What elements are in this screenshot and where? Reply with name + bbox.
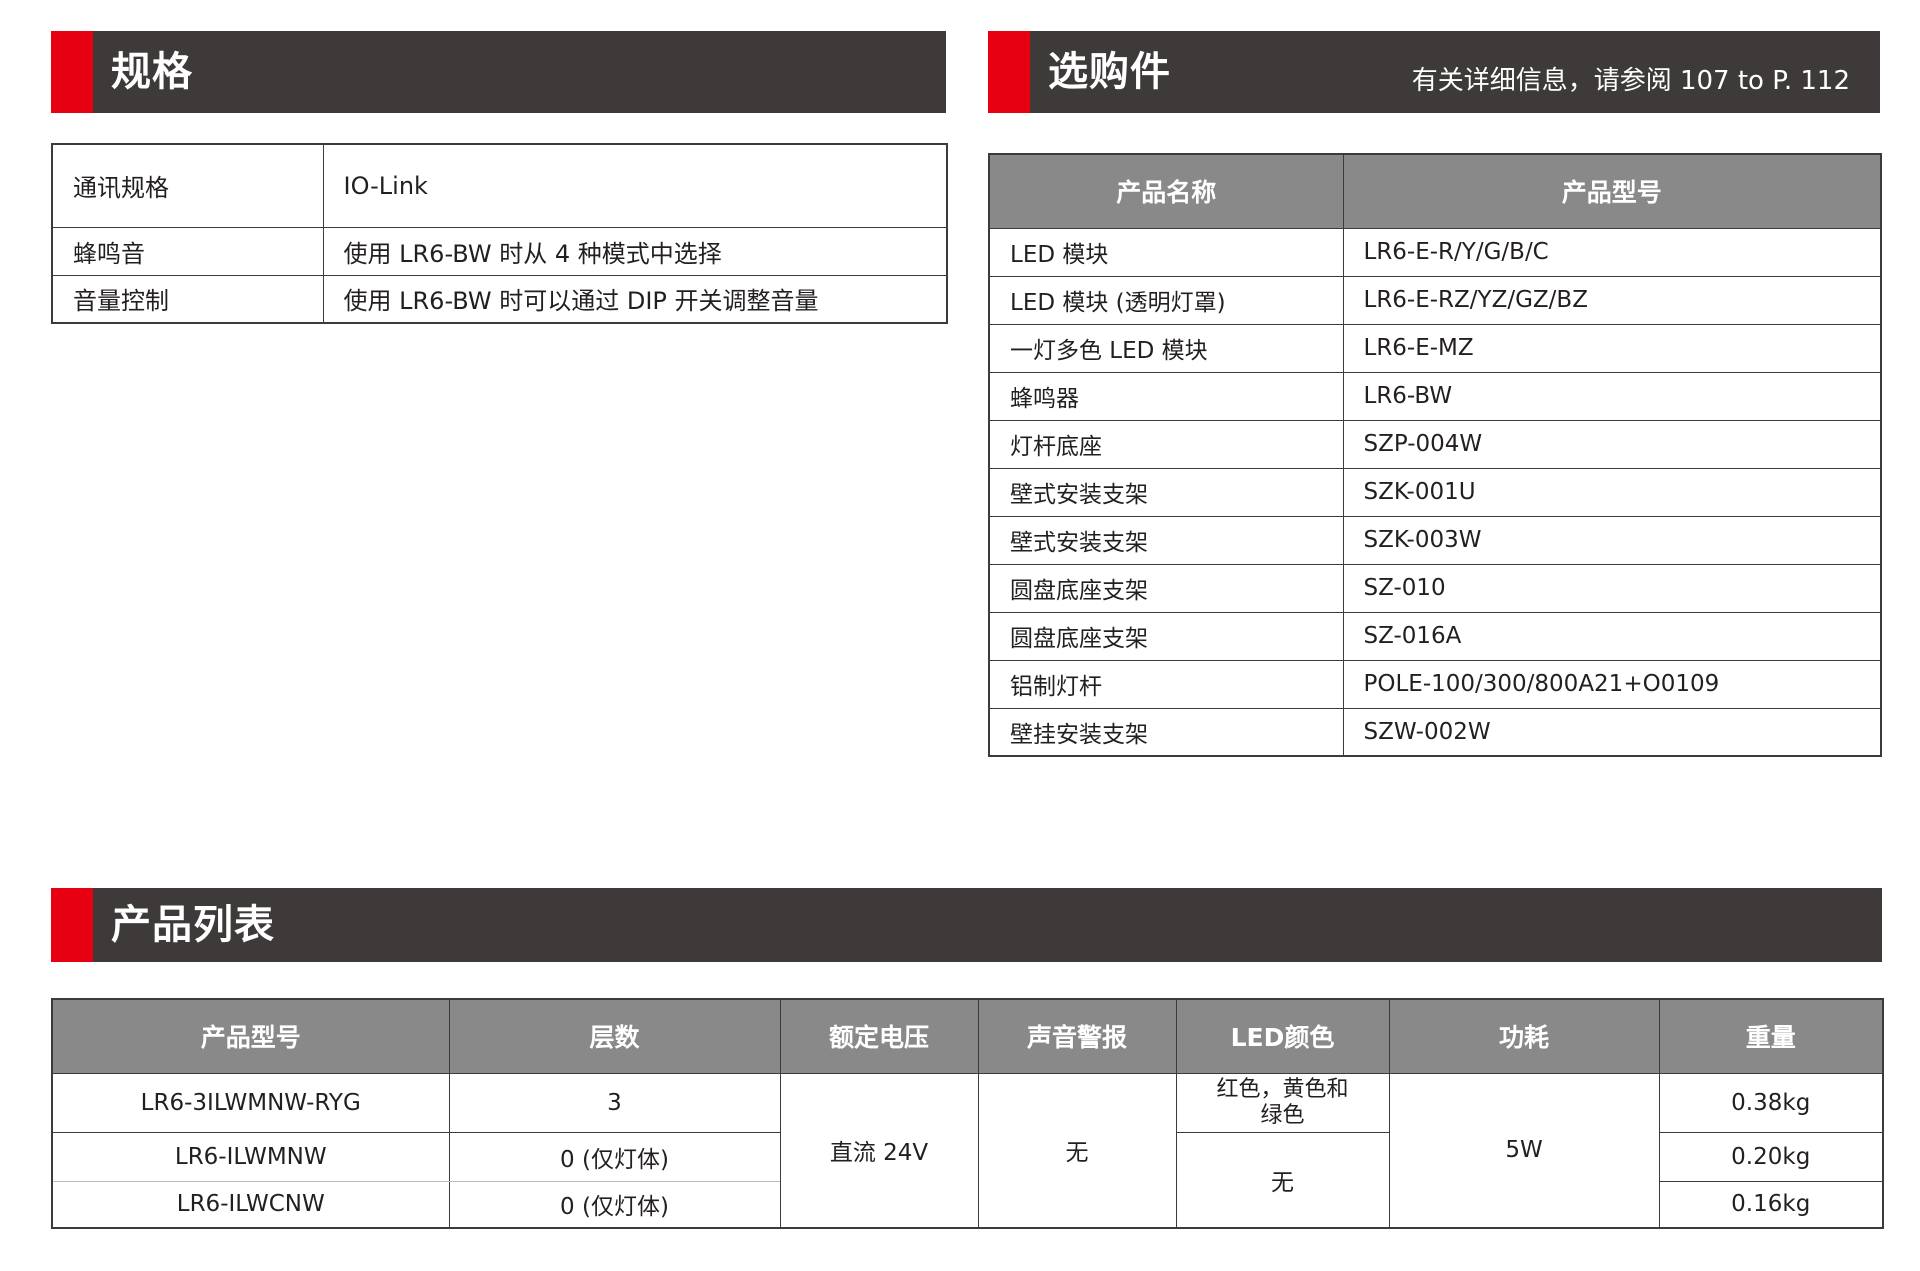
option-model: SZ-016A	[1343, 611, 1881, 661]
product-tiers: 3	[448, 1072, 781, 1133]
table-row: 铝制灯杆 POLE-100/300/800A21+O0109	[989, 659, 1881, 709]
table-row: 音量控制 使用 LR6-BW 时可以通过 DIP 开关调整音量	[51, 274, 948, 324]
table-row: 圆盘底座支架 SZ-010	[989, 563, 1881, 613]
option-name: LED 模块	[989, 227, 1344, 277]
column-header: 产品型号	[51, 998, 450, 1074]
product-led-color: 红色，黄色和 绿色	[1175, 1072, 1390, 1133]
table-row: 蜂鸣器 LR6-BW	[989, 371, 1881, 421]
options-table: 产品名称 产品型号 LED 模块 LR6-E-R/Y/G/B/C LED 模块 (透…	[988, 153, 1882, 757]
option-name: 壁式安装支架	[989, 467, 1344, 517]
products-section-header: 产品列表	[51, 888, 1882, 962]
option-model: SZK-001U	[1343, 467, 1881, 517]
header-accent-bar	[51, 31, 93, 113]
product-voltage: 直流 24V	[779, 1072, 979, 1229]
options-section-title: 选购件	[1048, 49, 1171, 95]
spec-label: 通讯规格	[51, 143, 324, 228]
header-accent-bar	[51, 888, 93, 962]
option-model: LR6-E-MZ	[1343, 323, 1881, 373]
table-header-row: 产品名称 产品型号	[988, 153, 1882, 229]
option-name: 圆盘底座支架	[989, 563, 1344, 613]
product-weight: 0.38kg	[1658, 1072, 1884, 1133]
table-row: 圆盘底座支架 SZ-016A	[989, 611, 1881, 661]
product-model: LR6-3ILWMNW-RYG	[51, 1072, 450, 1133]
spec-value: 使用 LR6-BW 时可以通过 DIP 开关调整音量	[322, 274, 948, 324]
option-model: LR6-BW	[1343, 371, 1881, 421]
options-section-header: 选购件 有关详细信息，请参阅 107 to P. 112	[988, 31, 1880, 113]
option-model: SZ-010	[1343, 563, 1881, 613]
product-model: LR6-ILWCNW	[51, 1180, 450, 1229]
product-led-color: 无	[1175, 1131, 1390, 1229]
spec-label: 音量控制	[51, 274, 324, 324]
table-row: 一灯多色 LED 模块 LR6-E-MZ	[989, 323, 1881, 373]
option-model: POLE-100/300/800A21+O0109	[1343, 659, 1881, 709]
option-name: 壁式安装支架	[989, 515, 1344, 565]
spec-section-header: 规格	[51, 31, 946, 113]
product-model: LR6-ILWMNW	[51, 1131, 450, 1182]
option-name: 一灯多色 LED 模块	[989, 323, 1344, 373]
option-model: SZP-004W	[1343, 419, 1881, 469]
spec-table: 通讯规格 IO-Link 蜂鸣音 使用 LR6-BW 时从 4 种模式中选择 音…	[51, 143, 948, 324]
column-header: 声音警报	[977, 998, 1177, 1074]
products-section-title: 产品列表	[111, 902, 275, 948]
product-power: 5W	[1388, 1072, 1660, 1229]
spec-label: 蜂鸣音	[51, 226, 324, 276]
product-weight: 0.16kg	[1658, 1180, 1884, 1229]
table-row: LR6-3ILWMNW-RYG 3 直流 24V 无 红色，黄色和 绿色 5W …	[51, 1072, 1884, 1229]
header-accent-bar	[988, 31, 1030, 113]
product-tiers: 0 (仅灯体)	[448, 1131, 781, 1182]
option-name: 圆盘底座支架	[989, 611, 1344, 661]
table-row: 壁式安装支架 SZK-003W	[989, 515, 1881, 565]
product-weight: 0.20kg	[1658, 1131, 1884, 1182]
spec-value: IO-Link	[322, 143, 948, 228]
table-row: LED 模块 LR6-E-R/Y/G/B/C	[989, 227, 1881, 277]
option-model: SZK-003W	[1343, 515, 1881, 565]
option-name: 铝制灯杆	[989, 659, 1344, 709]
option-name: 壁挂安装支架	[989, 707, 1344, 757]
table-row: LED 模块 (透明灯罩) LR6-E-RZ/YZ/GZ/BZ	[989, 275, 1881, 325]
table-header-row: 产品型号 层数 额定电压 声音警报 LED颜色 功耗 重量	[51, 998, 1884, 1074]
options-reference-note: 有关详细信息，请参阅 107 to P. 112	[1411, 66, 1850, 96]
option-model: LR6-E-R/Y/G/B/C	[1343, 227, 1881, 277]
product-alarm: 无	[977, 1072, 1177, 1229]
column-header: 重量	[1658, 998, 1884, 1074]
column-header: LED颜色	[1175, 998, 1390, 1074]
column-header: 功耗	[1388, 998, 1660, 1074]
table-row: 灯杆底座 SZP-004W	[989, 419, 1881, 469]
table-row: 壁式安装支架 SZK-001U	[989, 467, 1881, 517]
column-header: 额定电压	[779, 998, 979, 1074]
column-header: 层数	[448, 998, 781, 1074]
table-row: 壁挂安装支架 SZW-002W	[989, 707, 1881, 757]
spec-section-title: 规格	[111, 49, 193, 95]
spec-value: 使用 LR6-BW 时从 4 种模式中选择	[322, 226, 948, 276]
table-row: 通讯规格 IO-Link	[51, 143, 948, 228]
option-name: 灯杆底座	[989, 419, 1344, 469]
option-model: LR6-E-RZ/YZ/GZ/BZ	[1343, 275, 1881, 325]
products-table: 产品型号 层数 额定电压 声音警报 LED颜色 功耗 重量 LR6-3ILWMN…	[51, 998, 1884, 1229]
option-name: LED 模块 (透明灯罩)	[989, 275, 1344, 325]
column-header: 产品型号	[1342, 153, 1882, 229]
column-header: 产品名称	[988, 153, 1344, 229]
option-name: 蜂鸣器	[989, 371, 1344, 421]
table-row: 蜂鸣音 使用 LR6-BW 时从 4 种模式中选择	[51, 226, 948, 276]
product-tiers: 0 (仅灯体)	[448, 1180, 781, 1229]
option-model: SZW-002W	[1343, 707, 1881, 757]
